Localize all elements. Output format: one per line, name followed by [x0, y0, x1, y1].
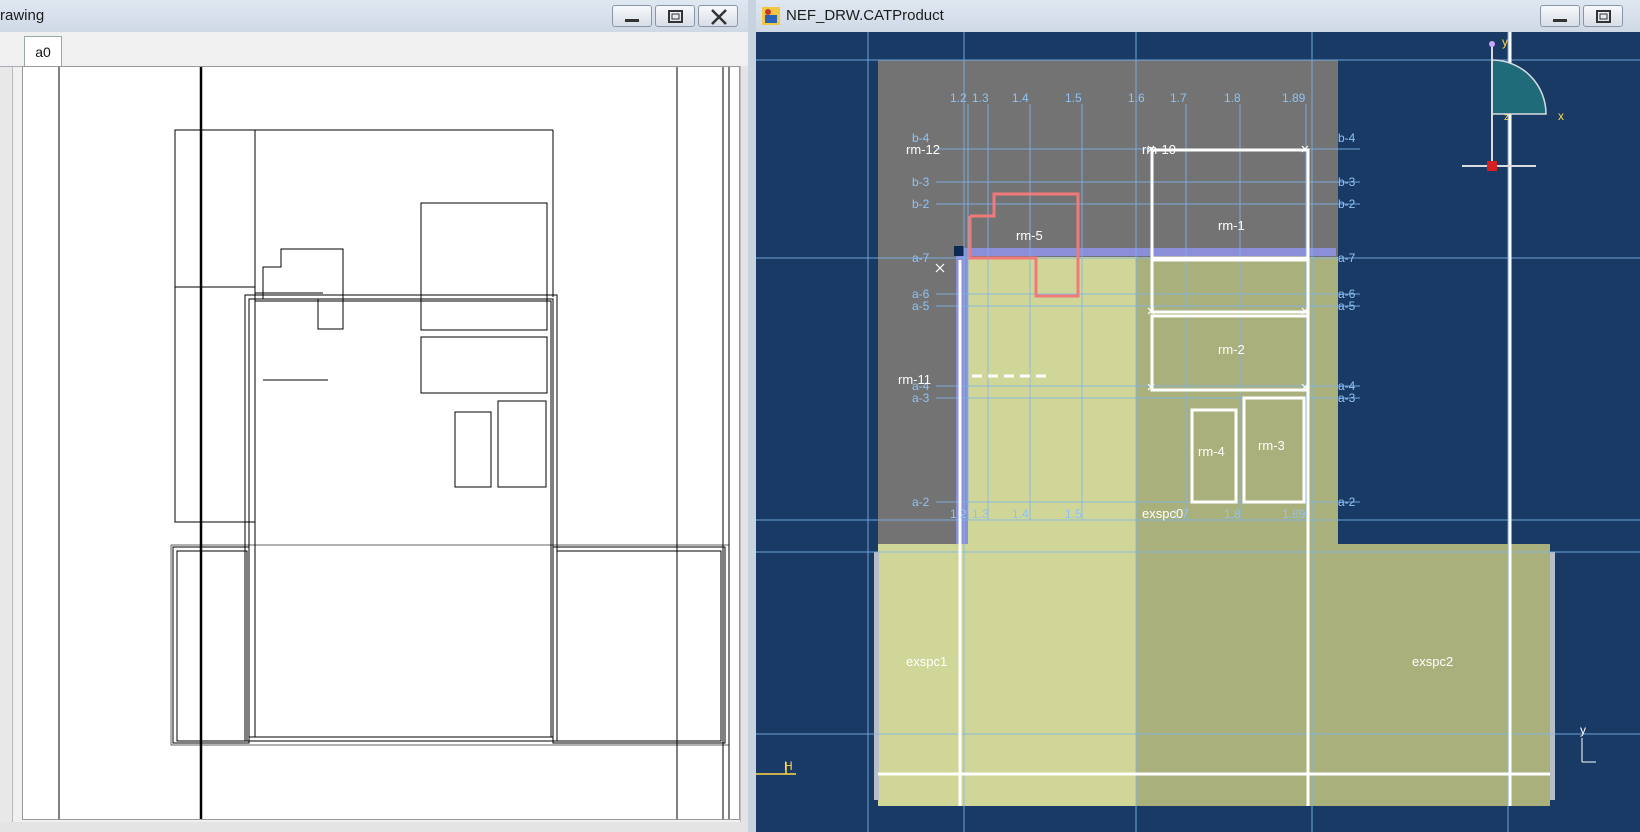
bottom-label: 1.2 [950, 507, 967, 521]
top-label: 1.7 [1170, 91, 1187, 105]
left-label: a-3 [912, 391, 930, 405]
drawing-sheet[interactable] [22, 66, 740, 820]
product-window-titlebar[interactable]: NEF_DRW.CATProduct [756, 0, 1640, 33]
drawing-horizontal-scrollbar[interactable] [0, 822, 748, 832]
right-label: b-2 [1338, 197, 1356, 211]
h-marker-label: H [784, 759, 793, 773]
bottom-label: 1.89 [1282, 507, 1306, 521]
axis-triad: y [1580, 723, 1596, 763]
right-label: b-3 [1338, 175, 1356, 189]
left-label: b-3 [912, 175, 930, 189]
compass-z-label: z [1504, 112, 1509, 123]
right-label: b-4 [1338, 131, 1356, 145]
axis-triad-y-label: y [1580, 723, 1586, 737]
window-gap [748, 0, 756, 832]
maximize-icon [1596, 10, 1611, 23]
product-window: NEF_DRW.CATProduct 1.2 1.3 1.4 1.5 1.6 1… [756, 0, 1640, 832]
space-label-exspc2: exspc2 [1412, 654, 1453, 669]
3d-viewport[interactable]: 1.2 1.3 1.4 1.5 1.6 1.7 1.8 1.89 1.2 1.3… [756, 32, 1640, 832]
space-label-exspc0: exspc0 [1142, 506, 1183, 521]
olive-zone-lower-right [1338, 544, 1550, 806]
h-marker: H [756, 759, 796, 775]
room-label-rm10: rm-10 [1142, 142, 1176, 157]
maximize-button[interactable] [655, 5, 695, 27]
space-label-exspc1: exspc1 [906, 654, 947, 669]
top-label: 1.4 [1012, 91, 1029, 105]
right-label: a-7 [1338, 251, 1356, 265]
product-maximize-button[interactable] [1583, 5, 1623, 27]
minimize-icon [1553, 19, 1567, 22]
close-icon [711, 9, 727, 25]
catia-product-icon [762, 7, 780, 25]
compass-y-label: y [1502, 35, 1508, 49]
drawing-window-title: rawing [0, 7, 45, 24]
room-label-rm3: rm-3 [1258, 438, 1285, 453]
right-label: a-5 [1338, 299, 1356, 313]
top-label: 1.2 [950, 91, 967, 105]
drawing-window-titlebar[interactable]: rawing [0, 0, 748, 33]
bottom-label: 1.4 [1012, 507, 1029, 521]
top-label: 1.89 [1282, 91, 1306, 105]
drawing-window: rawing a0 [0, 0, 748, 832]
bottom-label: 1.5 [1065, 507, 1082, 521]
compass-quadrant [1491, 59, 1547, 115]
right-label: a-3 [1338, 391, 1356, 405]
bottom-label: 1.8 [1224, 507, 1241, 521]
top-label: 1.5 [1065, 91, 1082, 105]
minimize-button[interactable] [612, 5, 652, 27]
room-label-rm12: rm-12 [906, 142, 940, 157]
left-label: a-5 [912, 299, 930, 313]
sheet-tab-strip: a0 [0, 32, 748, 67]
room-label-rm1: rm-1 [1218, 218, 1245, 233]
top-label: 1.8 [1224, 91, 1241, 105]
right-wall [1550, 552, 1555, 800]
floorplan-drawing [58, 67, 730, 819]
bottom-label: 1.3 [972, 507, 989, 521]
product-minimize-button[interactable] [1540, 5, 1580, 27]
top-label: 1.3 [972, 91, 989, 105]
compass-origin [1487, 161, 1497, 171]
compass-y-tip [1489, 41, 1495, 47]
compass-widget[interactable]: y x z [1462, 35, 1564, 171]
room-label-rm5: rm-5 [1016, 228, 1043, 243]
room-label-rm4: rm-4 [1198, 444, 1225, 459]
left-panel-splitter[interactable] [0, 32, 13, 832]
boundary-left [956, 248, 968, 544]
left-label: a-7 [912, 251, 930, 265]
product-window-title: NEF_DRW.CATProduct [786, 7, 944, 24]
left-label: b-2 [912, 197, 930, 211]
top-label: 1.6 [1128, 91, 1145, 105]
drawing-vertical-scrollbar[interactable] [740, 66, 748, 826]
space-plan-canvas: 1.2 1.3 1.4 1.5 1.6 1.7 1.8 1.89 1.2 1.3… [756, 32, 1640, 832]
compass-x-label: x [1558, 109, 1564, 123]
left-label: a-2 [912, 495, 930, 509]
close-button[interactable] [698, 5, 738, 27]
room-label-rm11: rm-11 [898, 372, 931, 387]
room-label-rm2: rm-2 [1218, 342, 1245, 357]
minimize-icon [625, 19, 639, 22]
maximize-icon [668, 10, 683, 23]
sheet-tab-a0[interactable]: a0 [24, 36, 62, 67]
right-label: a-2 [1338, 495, 1356, 509]
left-wall [874, 552, 879, 800]
boundary-corner [954, 246, 964, 256]
